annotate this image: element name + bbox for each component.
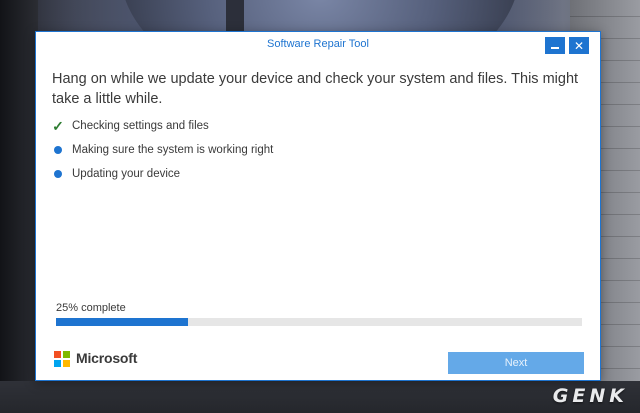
step-updating-device: Updating your device xyxy=(52,165,180,183)
logo-square-red xyxy=(54,351,61,358)
window-title: Software Repair Tool xyxy=(267,38,369,50)
microsoft-logo-icon xyxy=(54,351,70,367)
microsoft-brand-text: Microsoft xyxy=(76,350,138,366)
checkmark-icon: ✓ xyxy=(52,118,64,134)
logo-square-yellow xyxy=(63,360,70,367)
step-checking-settings: ✓ Checking settings and files xyxy=(52,117,209,135)
next-button[interactable]: Next xyxy=(448,352,584,374)
minimize-button[interactable] xyxy=(545,37,565,54)
bullet-icon xyxy=(52,168,64,180)
status-headline: Hang on while we update your device and … xyxy=(52,71,579,107)
step-label: Making sure the system is working right xyxy=(72,144,274,156)
progress-bar-fill xyxy=(56,318,188,326)
background-tower xyxy=(226,0,244,32)
background-ground xyxy=(0,381,640,413)
logo-square-blue xyxy=(54,360,61,367)
background-shadow xyxy=(0,0,38,413)
close-button[interactable]: ✕ xyxy=(569,37,589,54)
step-label: Updating your device xyxy=(72,168,181,180)
progress-bar xyxy=(56,318,582,326)
logo-square-green xyxy=(63,351,70,358)
step-label: Checking settings and files xyxy=(72,120,209,132)
genk-watermark: GENK xyxy=(552,385,628,407)
minimize-icon xyxy=(551,47,559,49)
progress-label: 25% complete xyxy=(56,302,126,314)
title-bar[interactable]: Software Repair Tool ✕ xyxy=(36,32,600,58)
step-system-check: Making sure the system is working right xyxy=(52,141,273,159)
bullet-icon xyxy=(52,144,64,156)
software-repair-dialog: Software Repair Tool ✕ Hang on while we … xyxy=(35,31,601,381)
close-icon: ✕ xyxy=(573,38,585,53)
